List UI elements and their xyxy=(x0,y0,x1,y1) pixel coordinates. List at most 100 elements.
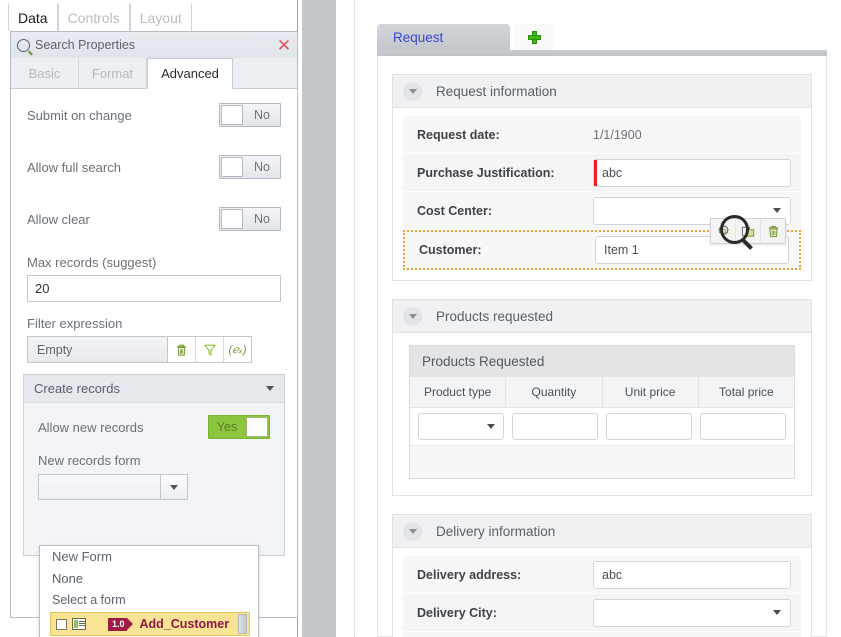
products-grid: Products Requested Product type Quantity… xyxy=(409,345,795,479)
plus-icon xyxy=(527,30,541,44)
delivery-address-input[interactable]: abc xyxy=(593,560,791,589)
field-row-customer[interactable]: Customer: Item 1 xyxy=(403,215,801,270)
properties-container: Basic Format Advanced Submit on change N… xyxy=(10,58,298,637)
toggle-knob xyxy=(246,417,268,437)
search-properties-bar[interactable]: Search Properties ✕ xyxy=(10,31,298,58)
panel-top-tabs: Data Controls Layout xyxy=(8,0,298,31)
section-title: Request information xyxy=(436,83,557,99)
properties-panel: Data Controls Layout Search Properties ✕… xyxy=(0,0,300,637)
section-title: Products requested xyxy=(436,308,554,324)
quantity-input[interactable] xyxy=(512,413,598,440)
section-delivery-information: Delivery information Delivery address: a… xyxy=(392,514,812,637)
form-dropdown-popup[interactable]: New Form None Select a form 1.0 Add_Cust… xyxy=(39,545,259,637)
tab-basic[interactable]: Basic xyxy=(11,58,79,88)
section-header[interactable]: Products requested xyxy=(393,300,811,333)
dropdown-scrollbar[interactable] xyxy=(238,614,247,634)
new-records-form-label: New records form xyxy=(38,453,141,468)
toggle-knob xyxy=(221,157,243,177)
toggle-value: No xyxy=(254,160,270,174)
section-body: Delivery address: abc Delivery City: Del… xyxy=(393,548,811,637)
section-products-requested: Products requested Products Requested Pr… xyxy=(392,299,812,496)
close-icon[interactable]: ✕ xyxy=(271,37,297,54)
unit-price-input[interactable] xyxy=(606,413,692,440)
allow-new-records-label: Allow new records xyxy=(38,419,144,435)
allow-full-search-toggle[interactable]: No xyxy=(219,155,281,179)
dropdown-item-new-form[interactable]: New Form xyxy=(40,546,258,568)
section-title: Delivery information xyxy=(436,523,556,539)
toggle-value: No xyxy=(254,108,270,122)
form-canvas: Request Request information Request date… xyxy=(354,0,841,637)
submit-on-change-toggle[interactable]: No xyxy=(219,103,281,127)
trash-icon[interactable] xyxy=(761,220,785,242)
purchase-justification-input[interactable]: abc xyxy=(593,158,791,187)
form-designer-panel: Request Request information Request date… xyxy=(336,0,841,637)
panel-divider xyxy=(300,0,341,637)
grid-footer xyxy=(410,445,794,478)
tab-request[interactable]: Request xyxy=(377,24,510,50)
duplicate-icon[interactable] xyxy=(736,220,761,242)
tab-format[interactable]: Format xyxy=(79,58,147,88)
create-records-header[interactable]: Create records xyxy=(24,375,284,403)
field-label: Request date: xyxy=(417,127,500,142)
new-records-form-select[interactable] xyxy=(38,474,188,500)
dropdown-caption: Select a form xyxy=(52,593,126,607)
field-row-delivery-address: Delivery address: abc xyxy=(403,556,801,594)
cell-total-price xyxy=(696,413,790,440)
product-type-dropdown[interactable] xyxy=(418,413,504,440)
field-label: Purchase Justification: xyxy=(417,165,555,180)
filter-expression-label: Filter expression xyxy=(27,316,123,331)
field-label: Delivery address: xyxy=(417,567,522,582)
chevron-down-icon xyxy=(773,208,781,213)
tab-layout[interactable]: Layout xyxy=(129,3,192,31)
filter-expression-value[interactable]: Empty xyxy=(28,337,168,362)
checkbox-icon[interactable] xyxy=(56,618,67,630)
tab-advanced[interactable]: Advanced xyxy=(147,58,233,89)
chevron-down-icon[interactable] xyxy=(403,521,422,541)
section-body: Products Requested Product type Quantity… xyxy=(393,333,811,495)
allow-new-records-toggle[interactable]: Yes xyxy=(208,415,270,439)
column-header-unit-price: Unit price xyxy=(603,377,699,407)
dropdown-item-none[interactable]: None xyxy=(40,568,258,590)
chevron-down-icon[interactable] xyxy=(403,81,422,101)
tab-data[interactable]: Data xyxy=(8,3,58,31)
new-records-form-value xyxy=(39,475,160,499)
property-row-allow-clear: Allow clear No xyxy=(11,193,297,245)
field-row-purchase-justification: Purchase Justification: abc xyxy=(403,154,801,192)
funnel-icon[interactable] xyxy=(196,337,224,362)
section-header[interactable]: Delivery information xyxy=(393,515,811,548)
dropdown-item-add-customer[interactable]: 1.0 Add_Customer xyxy=(50,612,250,636)
chevron-down-icon[interactable] xyxy=(160,475,187,499)
create-records-title: Create records xyxy=(34,381,120,396)
chevron-down-icon[interactable] xyxy=(403,306,422,326)
total-price-input[interactable] xyxy=(700,413,786,440)
expression-icon[interactable]: (ℯₓ) xyxy=(224,337,251,362)
customer-widget-toolbar xyxy=(710,218,786,244)
tab-request-label: Request xyxy=(393,29,444,45)
delivery-city-dropdown[interactable] xyxy=(593,598,791,627)
chevron-down-icon xyxy=(773,610,781,615)
cell-product-type xyxy=(414,413,508,440)
section-header[interactable]: Request information xyxy=(393,75,811,108)
property-tabs: Basic Format Advanced xyxy=(11,58,297,89)
form-content: Request information Request date: 1/1/19… xyxy=(377,56,827,637)
max-records-field: Max records (suggest) 20 xyxy=(11,255,297,302)
property-label: Allow clear xyxy=(27,211,90,227)
version-badge: 1.0 xyxy=(108,617,132,631)
trash-icon[interactable] xyxy=(168,337,196,362)
search-icon xyxy=(11,38,35,52)
column-header-total-price: Total price xyxy=(719,385,774,399)
max-records-input[interactable]: 20 xyxy=(27,275,281,302)
property-label: Submit on change xyxy=(27,107,132,123)
toggle-value: Yes xyxy=(216,420,238,434)
field-label: Customer: xyxy=(419,243,482,257)
search-input[interactable]: Search Properties xyxy=(35,38,271,52)
tab-controls[interactable]: Controls xyxy=(57,3,130,31)
add-tab-button[interactable] xyxy=(513,24,555,50)
form-tab-strip: Request xyxy=(377,24,827,50)
cell-quantity xyxy=(508,413,602,440)
chevron-down-icon[interactable] xyxy=(266,386,274,391)
gear-icon[interactable] xyxy=(711,220,736,242)
allow-clear-toggle[interactable]: No xyxy=(219,207,281,231)
dropdown-item-label: Add_Customer xyxy=(139,617,230,631)
field-row-delivery-city: Delivery City: xyxy=(403,594,801,632)
